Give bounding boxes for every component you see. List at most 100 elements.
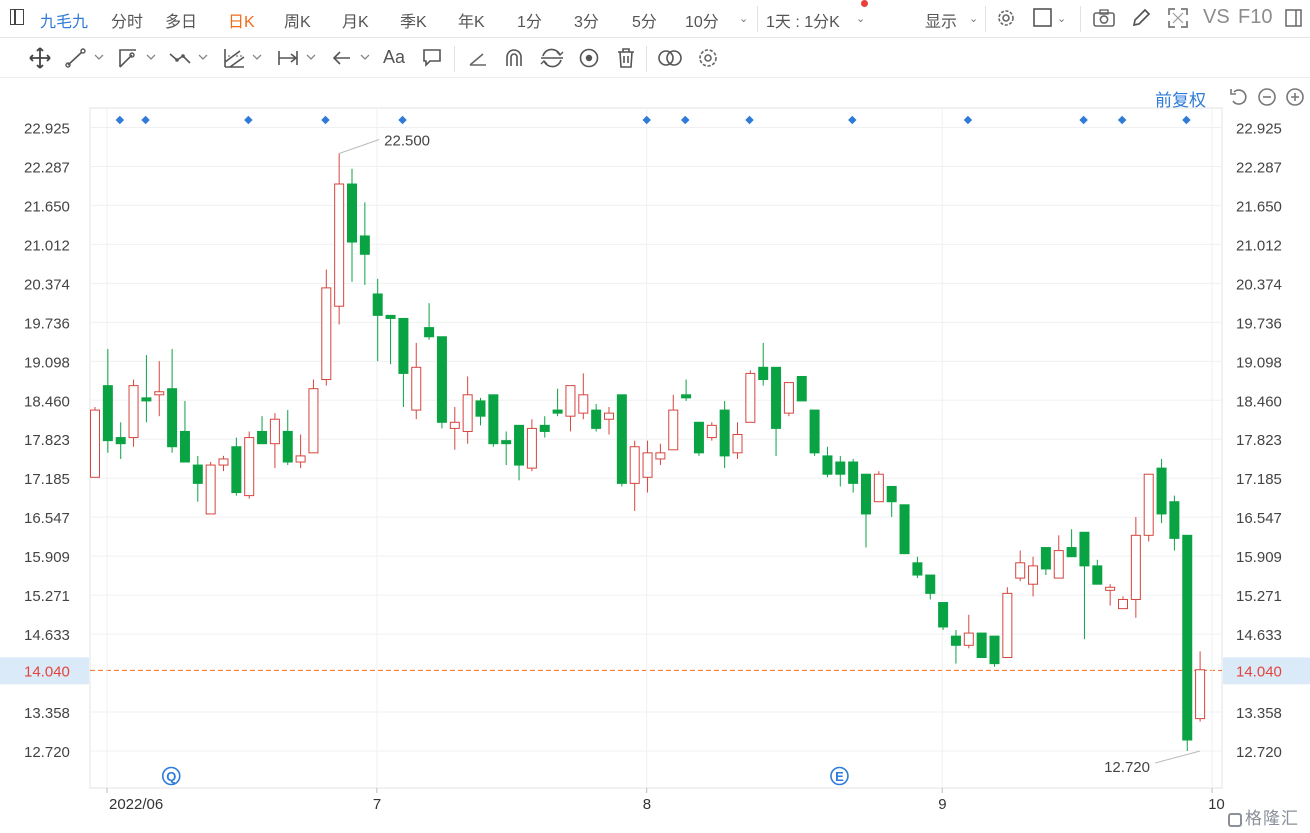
fullscreen-icon[interactable] <box>1167 7 1189 31</box>
tab-period-quarterly[interactable]: 季K <box>400 8 427 32</box>
y-tick-label-left: 21.650 <box>24 198 70 215</box>
x-tick-label: 10 <box>1208 796 1225 813</box>
tab-period-yearly[interactable]: 年K <box>458 8 485 32</box>
undo-icon[interactable] <box>1228 86 1250 106</box>
candlestick-chart[interactable]: 22.925 22.287 21.650 21.012 20.374 19.736 19.0… <box>0 0 1310 833</box>
candle <box>886 485 897 517</box>
candle-body <box>873 473 884 503</box>
watermark-logo: 格隆汇 <box>1228 804 1299 829</box>
dividend-marker-icon <box>398 115 407 125</box>
candle-body <box>822 455 833 475</box>
candle <box>244 431 255 499</box>
candle-body <box>745 372 756 423</box>
candle-body <box>1156 467 1167 515</box>
annotations: 22.500 12.720 Q E <box>161 132 1201 786</box>
candle-body <box>154 391 165 396</box>
tab-period-10min[interactable]: 10分 <box>685 8 719 32</box>
tab-period-intraday[interactable]: 分时 <box>111 8 143 32</box>
tab-period-5min[interactable]: 5分 <box>632 8 657 32</box>
zoom-in-icon[interactable] <box>1284 86 1306 106</box>
candle <box>359 202 370 285</box>
min-leader-line <box>1154 750 1201 764</box>
symbol-name[interactable]: 九毛九 <box>40 8 88 32</box>
event-marker-label: Q <box>166 769 176 784</box>
settings-icon[interactable] <box>696 46 720 70</box>
candle-body <box>411 366 422 411</box>
y-tick-label-left: 20.374 <box>24 276 70 293</box>
side-panel-icon[interactable] <box>1284 8 1304 32</box>
tab-period-monthly[interactable]: 月K <box>342 8 369 32</box>
notification-dot <box>861 0 868 7</box>
y-tick-label-left: 14.633 <box>24 627 70 644</box>
candle <box>745 370 756 423</box>
compare-icon[interactable] <box>656 46 684 70</box>
candle <box>899 504 910 555</box>
eye-icon[interactable] <box>577 46 601 70</box>
tab-period-1min[interactable]: 1分 <box>517 8 542 32</box>
candle-body <box>796 375 807 402</box>
candle <box>334 153 345 325</box>
candles <box>90 153 1206 751</box>
display-chevron-icon[interactable]: ⌄ <box>969 12 978 25</box>
text-icon[interactable]: Aa <box>383 47 405 71</box>
tab-period-weekly[interactable]: 周K <box>284 8 311 32</box>
tab-period-daily[interactable]: 日K <box>228 8 255 32</box>
line-icon[interactable] <box>64 46 108 70</box>
color-square-icon[interactable] <box>1032 7 1054 31</box>
candle-body <box>501 440 512 445</box>
candle <box>231 437 242 496</box>
f10-button[interactable]: F10 <box>1238 6 1272 29</box>
display-menu[interactable]: 显示 <box>925 8 957 32</box>
tab-period-3min[interactable]: 3分 <box>574 8 599 32</box>
vs-compare-button[interactable]: VS <box>1203 6 1230 29</box>
candle-body <box>706 424 717 439</box>
candle <box>668 394 679 451</box>
gear-icon[interactable] <box>995 7 1017 31</box>
period-more-chevron-icon[interactable]: ⌄ <box>739 12 748 25</box>
ray-icon[interactable] <box>116 46 160 70</box>
candle-body <box>732 434 743 454</box>
dividend-marker-icon <box>115 115 125 125</box>
color-chevron-icon[interactable]: ⌄ <box>1057 12 1066 25</box>
multi-period-chevron-icon[interactable]: ⌄ <box>856 12 865 25</box>
candle-body <box>963 632 974 646</box>
trash-icon[interactable] <box>614 46 638 70</box>
sync-icon[interactable] <box>539 46 565 70</box>
pencil-icon[interactable] <box>1130 7 1152 31</box>
y-tick-label-left: 22.287 <box>24 159 70 176</box>
candle <box>102 348 113 453</box>
polyline-icon[interactable] <box>168 46 212 70</box>
y-tick-label-left: 21.012 <box>24 237 70 254</box>
current-price-label-right: 14.040 <box>1236 663 1282 680</box>
move-icon[interactable] <box>28 46 52 70</box>
candle <box>321 269 332 386</box>
camera-icon[interactable] <box>1092 7 1116 31</box>
divider <box>646 46 647 72</box>
channel-icon[interactable] <box>222 46 266 70</box>
candle <box>179 400 190 463</box>
arrow-back-icon[interactable] <box>330 46 374 70</box>
angle-icon[interactable] <box>466 46 490 70</box>
x-tick-label: 7 <box>373 796 381 813</box>
multi-period-select[interactable]: 1天 : 1分K <box>766 8 840 32</box>
candle <box>372 278 383 362</box>
candle <box>642 440 653 493</box>
candle-body <box>141 397 152 402</box>
measure-icon[interactable] <box>276 46 320 70</box>
zoom-out-icon[interactable] <box>1256 86 1278 106</box>
candle-body <box>90 409 100 478</box>
magnet-icon[interactable] <box>502 46 526 70</box>
dividend-marker-icon <box>1182 115 1191 125</box>
top-bar: 九毛九 分时 多日 日K 周K 月K 季K 年K 1分 3分 5分 10分 ⌄ … <box>0 0 1310 38</box>
candle-body <box>436 336 447 423</box>
candle <box>526 419 537 472</box>
candle-body <box>514 424 525 466</box>
candle <box>771 366 782 456</box>
candle-body <box>950 635 961 646</box>
comment-icon[interactable] <box>420 46 444 70</box>
current-price-label-left: 14.040 <box>24 663 70 680</box>
tab-period-multiday[interactable]: 多日 <box>165 8 197 32</box>
adjust-mode-select[interactable]: 前复权 <box>1155 86 1206 111</box>
candle-body <box>179 430 190 463</box>
panel-toggle-icon[interactable] <box>10 9 24 25</box>
